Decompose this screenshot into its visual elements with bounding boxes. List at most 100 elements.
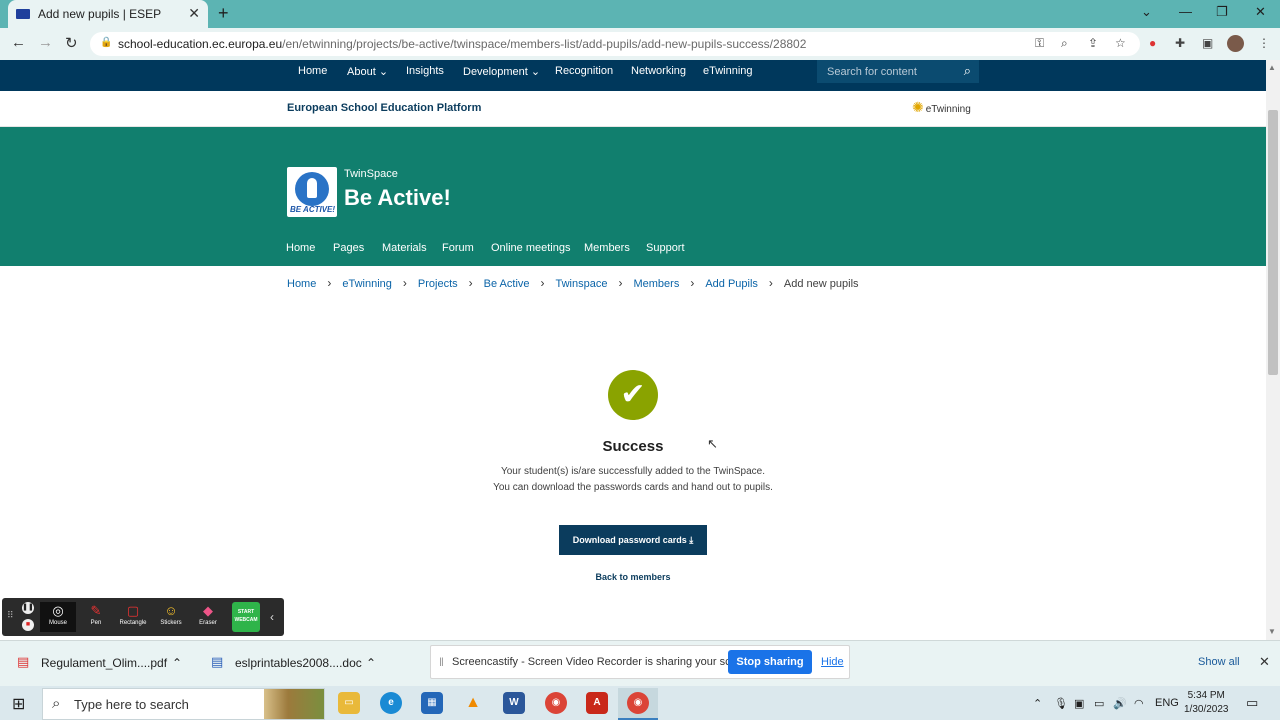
- back-arrow-icon[interactable]: ←: [11, 34, 26, 51]
- camera-icon[interactable]: ▣: [1074, 697, 1084, 710]
- search-icon[interactable]: ⌕: [964, 63, 971, 79]
- close-tab-icon[interactable]: ✕: [188, 5, 200, 22]
- topnav-about[interactable]: About ⌄: [347, 65, 388, 78]
- scrollbar-thumb[interactable]: [1268, 110, 1278, 375]
- etwinning-logo[interactable]: ✺ eTwinning: [912, 99, 971, 116]
- stickers-tool[interactable]: ☺ Stickers: [153, 602, 189, 632]
- subnav-support[interactable]: Support: [646, 242, 685, 254]
- stop-sharing-button[interactable]: Stop sharing: [728, 650, 812, 674]
- clock-time: 5:34 PM: [1187, 690, 1225, 701]
- mouse-tool[interactable]: ◎ Mouse: [40, 602, 76, 632]
- download-password-cards-button[interactable]: Download password cards ⤓: [559, 525, 707, 555]
- taskbar-search-placeholder: Type here to search: [74, 697, 189, 712]
- file-explorer-icon[interactable]: ▭: [338, 692, 360, 714]
- restore-button[interactable]: ❐: [1216, 4, 1228, 20]
- platform-name[interactable]: European School Education Platform: [287, 102, 481, 114]
- acrobat-icon[interactable]: A: [586, 692, 608, 714]
- subnav-pages[interactable]: Pages: [333, 242, 364, 254]
- notification-icon[interactable]: ▭: [1246, 695, 1258, 711]
- chevron-down-icon: ⌄: [530, 66, 541, 78]
- topnav-insights[interactable]: Insights: [406, 65, 444, 77]
- key-icon[interactable]: ⚿: [1035, 36, 1044, 51]
- chevron-up-icon[interactable]: ⌃: [366, 656, 376, 670]
- download-item-pdf[interactable]: Regulament_Olim....pdf: [41, 656, 167, 670]
- bookmark-star-icon[interactable]: ☆: [1115, 36, 1126, 50]
- edge-icon[interactable]: e: [380, 692, 402, 714]
- close-shelf-icon[interactable]: ✕: [1259, 654, 1270, 670]
- subnav-home[interactable]: Home: [286, 242, 315, 254]
- rectangle-tool[interactable]: ▢ Rectangle: [115, 602, 151, 632]
- subnav-online-meetings[interactable]: Online meetings: [491, 242, 571, 254]
- profile-avatar[interactable]: [1227, 35, 1244, 52]
- chevron-right-icon: ›: [468, 276, 473, 290]
- taskbar-search-box[interactable]: ⌕ Type here to search: [42, 688, 325, 720]
- pause-icon[interactable]: ❚❚: [22, 602, 34, 614]
- topnav-networking[interactable]: Networking: [631, 65, 686, 77]
- breadcrumb-twinspace[interactable]: Twinspace: [556, 278, 608, 290]
- platform-header: European School Education Platform ✺ eTwi…: [0, 91, 1266, 127]
- chrome-icon[interactable]: ◉: [545, 692, 567, 714]
- minimize-button[interactable]: —: [1179, 4, 1192, 19]
- pen-tool[interactable]: ✎ Pen: [78, 602, 114, 632]
- microphone-icon[interactable]: 🎙: [1054, 697, 1068, 710]
- wifi-icon[interactable]: ◠: [1134, 697, 1144, 710]
- grip-icon[interactable]: ‖: [439, 655, 444, 669]
- chevron-up-icon[interactable]: ⌃: [172, 656, 182, 670]
- chevron-right-icon: ›: [618, 276, 623, 290]
- download-item-doc[interactable]: eslprintables2008....doc: [235, 656, 362, 670]
- show-hidden-icons[interactable]: ⌃: [1033, 697, 1042, 710]
- start-webcam-button[interactable]: START WEBCAM: [232, 602, 260, 632]
- forward-arrow-icon[interactable]: →: [38, 34, 53, 51]
- breadcrumb-add-pupils[interactable]: Add Pupils: [705, 278, 758, 290]
- stop-record-icon[interactable]: ■: [22, 619, 34, 631]
- windows-start-icon[interactable]: ⊞: [12, 694, 25, 714]
- side-panel-icon[interactable]: ▣: [1202, 36, 1213, 50]
- word-icon[interactable]: W: [503, 692, 525, 714]
- breadcrumb-be-active[interactable]: Be Active: [484, 278, 530, 290]
- breadcrumb-home[interactable]: Home: [287, 278, 316, 290]
- close-window-button[interactable]: ✕: [1255, 4, 1266, 20]
- zoom-icon[interactable]: ⌕: [1061, 36, 1068, 51]
- breadcrumb-projects[interactable]: Projects: [418, 278, 458, 290]
- taskbar-clock[interactable]: 5:34 PM 1/30/2023: [1184, 689, 1229, 717]
- browser-menu-icon[interactable]: ⋮: [1258, 36, 1270, 50]
- etwinning-star-icon: ✺: [912, 99, 924, 115]
- topnav-development[interactable]: Development ⌄: [463, 65, 540, 78]
- lock-icon: 🔒: [100, 37, 113, 48]
- breadcrumb-etwinning[interactable]: eTwinning: [342, 278, 392, 290]
- store-icon[interactable]: ▦: [421, 692, 443, 714]
- vlc-icon[interactable]: ▲: [462, 692, 484, 714]
- topnav-recognition[interactable]: Recognition: [555, 65, 613, 77]
- screencastify-extension-icon[interactable]: ●: [1149, 36, 1156, 50]
- topnav-etwinning[interactable]: eTwinning: [703, 65, 753, 77]
- subnav-materials[interactable]: Materials: [382, 242, 427, 254]
- show-all-downloads-button[interactable]: Show all: [1198, 656, 1240, 668]
- scroll-up-icon[interactable]: ▲: [1268, 63, 1276, 72]
- download-icon: ⤓: [689, 535, 694, 545]
- sticker-icon: ☺: [164, 603, 178, 618]
- share-icon[interactable]: ⇪: [1088, 36, 1098, 50]
- volume-icon[interactable]: 🔊: [1113, 697, 1127, 710]
- eraser-tool[interactable]: ◆ Eraser: [190, 602, 226, 632]
- subnav-members[interactable]: Members: [584, 242, 630, 254]
- chrome-profile-icon[interactable]: ◉: [627, 692, 649, 714]
- back-to-members-link[interactable]: Back to members: [533, 572, 733, 582]
- site-search-input[interactable]: Search for content ⌕: [817, 60, 979, 83]
- extensions-puzzle-icon[interactable]: ✚: [1175, 36, 1185, 50]
- new-tab-button[interactable]: +: [218, 3, 229, 24]
- language-indicator[interactable]: ENG: [1155, 697, 1179, 709]
- browser-tab[interactable]: Add new pupils | ESEP ✕: [8, 0, 208, 28]
- collapse-toolbar-icon[interactable]: ‹: [270, 610, 274, 624]
- address-bar[interactable]: 🔒 school-education.ec.europa.eu/en/etwin…: [90, 32, 1140, 56]
- tab-search-icon[interactable]: ⌄: [1141, 4, 1152, 20]
- drag-handle-icon[interactable]: ⠿: [7, 610, 14, 621]
- breadcrumb-members[interactable]: Members: [633, 278, 679, 290]
- topnav-home[interactable]: Home: [298, 65, 327, 77]
- search-icon: ⌕: [52, 695, 61, 712]
- battery-icon[interactable]: ▭: [1094, 697, 1104, 710]
- subnav-forum[interactable]: Forum: [442, 242, 474, 254]
- hide-link[interactable]: Hide: [821, 656, 844, 668]
- reload-icon[interactable]: ↻: [65, 34, 78, 52]
- clock-date: 1/30/2023: [1184, 704, 1229, 715]
- scroll-down-icon[interactable]: ▼: [1268, 627, 1276, 636]
